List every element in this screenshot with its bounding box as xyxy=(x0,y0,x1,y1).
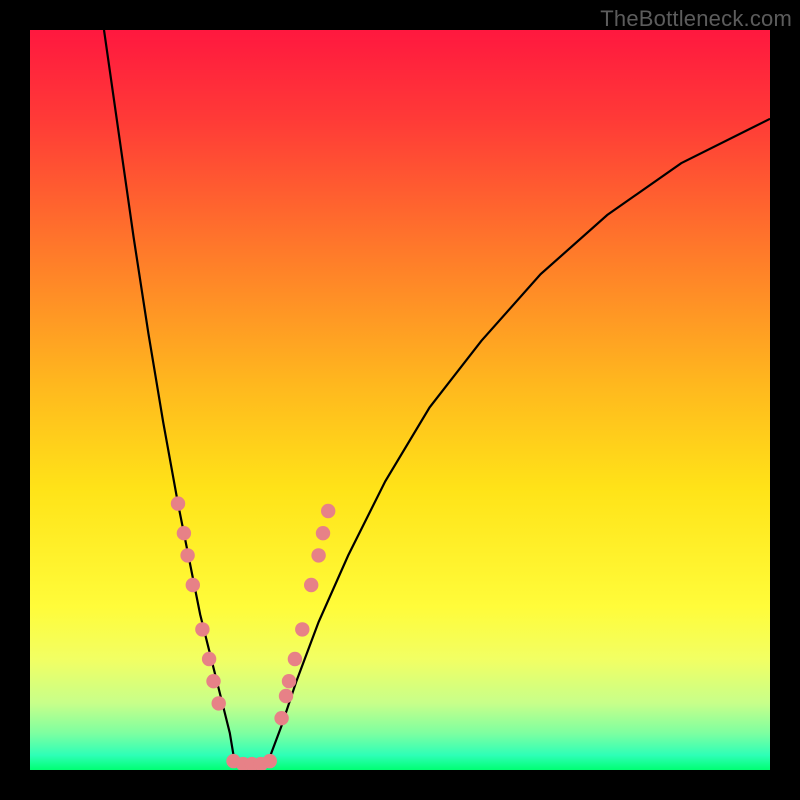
plot-area xyxy=(30,30,770,770)
curve-layer xyxy=(30,30,770,770)
data-dot xyxy=(321,504,335,518)
highlight-dots xyxy=(171,496,336,770)
data-dot xyxy=(295,622,309,636)
data-dot xyxy=(202,652,216,666)
data-dot xyxy=(288,652,302,666)
data-dot xyxy=(195,622,209,636)
data-dot xyxy=(279,689,293,703)
data-dot xyxy=(274,711,288,725)
data-dot xyxy=(186,578,200,592)
data-dot xyxy=(180,548,194,562)
chart-stage: TheBottleneck.com xyxy=(0,0,800,800)
data-dot xyxy=(206,674,220,688)
data-dot xyxy=(304,578,318,592)
data-dot xyxy=(311,548,325,562)
data-dot xyxy=(263,754,277,768)
data-dot xyxy=(177,526,191,540)
data-dot xyxy=(212,696,226,710)
data-dot xyxy=(282,674,296,688)
data-dot xyxy=(171,496,185,510)
watermark-text: TheBottleneck.com xyxy=(600,6,792,32)
data-dot xyxy=(316,526,330,540)
